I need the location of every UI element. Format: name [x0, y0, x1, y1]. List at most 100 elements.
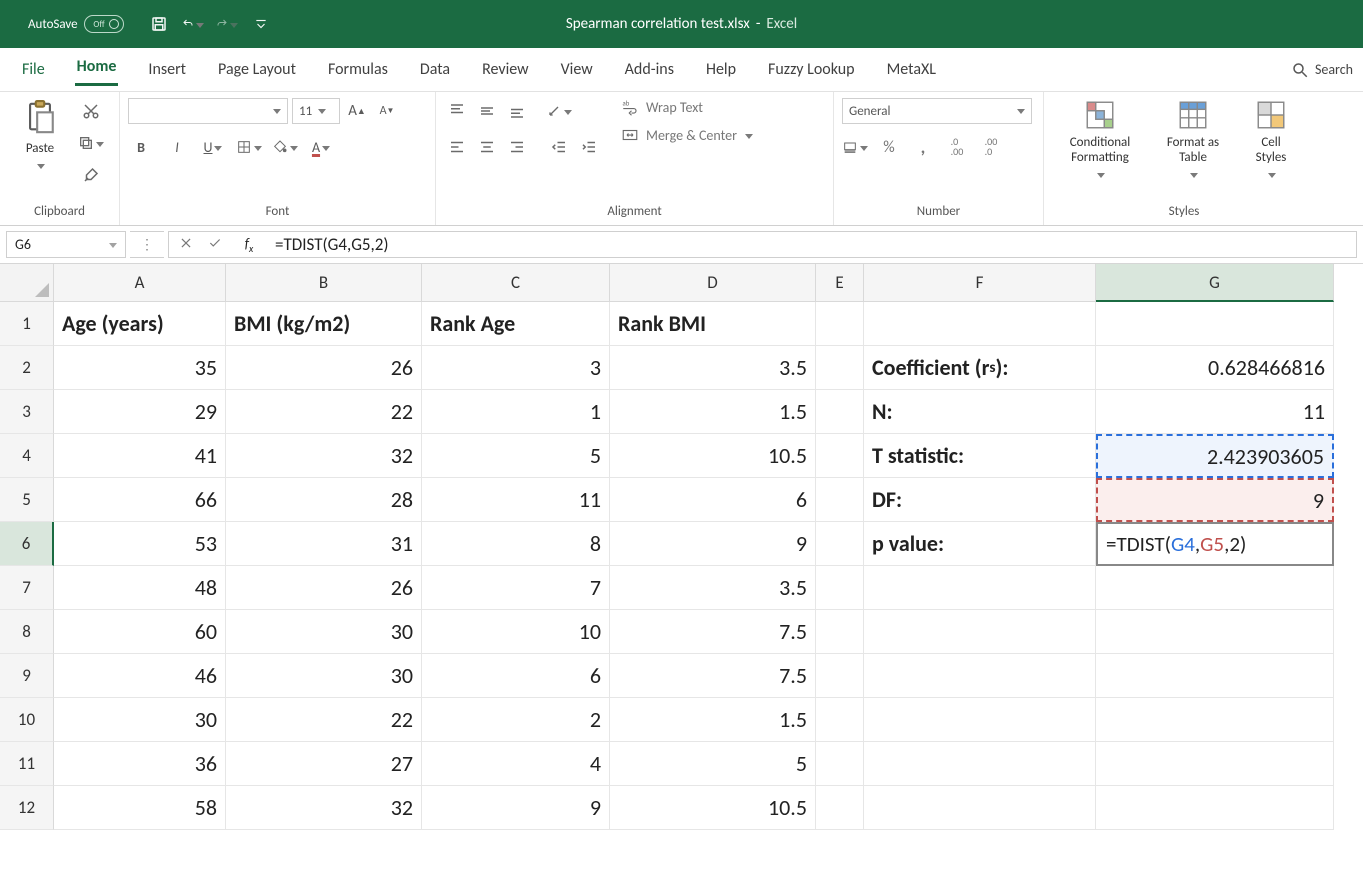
enter-formula-button[interactable] — [207, 236, 223, 254]
row-header[interactable]: 2 — [0, 346, 54, 390]
cell-styles-button[interactable]: Cell Styles — [1238, 98, 1304, 183]
copy-button[interactable] — [78, 130, 104, 156]
row-header[interactable]: 5 — [0, 478, 54, 522]
cell[interactable]: 22 — [226, 390, 422, 434]
cell[interactable] — [816, 698, 864, 742]
align-left-button[interactable] — [444, 134, 470, 160]
cell[interactable]: 9 — [610, 522, 816, 566]
cell[interactable]: 9 — [422, 786, 610, 830]
row-header[interactable]: 8 — [0, 610, 54, 654]
cell[interactable]: 5 — [610, 742, 816, 786]
cell[interactable] — [864, 610, 1096, 654]
cell[interactable] — [816, 610, 864, 654]
autosave-toggle[interactable]: AutoSave Off — [28, 15, 124, 33]
cell[interactable] — [816, 478, 864, 522]
align-bottom-button[interactable] — [504, 98, 530, 124]
number-format-select[interactable]: General — [842, 98, 1032, 124]
cancel-formula-button[interactable] — [179, 236, 193, 254]
decrease-indent-button[interactable] — [546, 134, 572, 160]
cell[interactable]: p value: — [864, 522, 1096, 566]
cell[interactable]: Age (years) — [54, 302, 226, 346]
row-header[interactable]: 11 — [0, 742, 54, 786]
increase-indent-button[interactable] — [576, 134, 602, 160]
cell[interactable] — [1096, 610, 1334, 654]
cell[interactable]: 9 — [1096, 478, 1334, 522]
cell[interactable] — [816, 390, 864, 434]
font-name-select[interactable] — [128, 98, 288, 124]
cell[interactable]: 36 — [54, 742, 226, 786]
decrease-decimal-button[interactable]: .00.0 — [978, 134, 1004, 160]
cell[interactable] — [1096, 786, 1334, 830]
cell[interactable] — [1096, 698, 1334, 742]
tab-metaxl[interactable]: MetaXL — [885, 56, 938, 83]
cell[interactable] — [864, 698, 1096, 742]
cell[interactable]: =TDIST(G4,G5,2) — [1096, 522, 1334, 566]
select-all-corner[interactable] — [0, 264, 54, 302]
redo-icon[interactable] — [216, 15, 238, 33]
cell[interactable] — [864, 566, 1096, 610]
cell[interactable] — [1096, 742, 1334, 786]
format-painter-button[interactable] — [78, 162, 104, 188]
cell[interactable] — [816, 742, 864, 786]
cell[interactable]: Coefficient (rs): — [864, 346, 1096, 390]
cell[interactable] — [1096, 566, 1334, 610]
cell[interactable]: 11 — [422, 478, 610, 522]
cell[interactable]: DF: — [864, 478, 1096, 522]
cell[interactable] — [816, 566, 864, 610]
increase-font-button[interactable]: A▲ — [344, 98, 370, 124]
column-header[interactable]: B — [226, 264, 422, 302]
row-header[interactable]: 3 — [0, 390, 54, 434]
row-header[interactable]: 9 — [0, 654, 54, 698]
align-middle-button[interactable] — [474, 98, 500, 124]
cell[interactable] — [816, 786, 864, 830]
accounting-format-button[interactable] — [842, 134, 868, 160]
cell[interactable]: 3.5 — [610, 566, 816, 610]
italic-button[interactable]: I — [164, 134, 190, 160]
cell[interactable]: N: — [864, 390, 1096, 434]
borders-button[interactable] — [236, 134, 262, 160]
cell[interactable]: 6 — [610, 478, 816, 522]
tab-view[interactable]: View — [559, 56, 595, 83]
cell[interactable]: 0.628466816 — [1096, 346, 1334, 390]
column-header[interactable]: E — [816, 264, 864, 302]
align-center-button[interactable] — [474, 134, 500, 160]
bold-button[interactable]: B — [128, 134, 154, 160]
cell[interactable] — [816, 654, 864, 698]
cell[interactable] — [816, 434, 864, 478]
column-header[interactable]: G — [1096, 264, 1334, 302]
row-header[interactable]: 4 — [0, 434, 54, 478]
cell[interactable]: 30 — [226, 654, 422, 698]
cell[interactable] — [816, 522, 864, 566]
undo-icon[interactable] — [182, 15, 204, 33]
column-header[interactable]: D — [610, 264, 816, 302]
cut-button[interactable] — [78, 98, 104, 124]
tab-file[interactable]: File — [20, 56, 47, 83]
cell[interactable]: 2.423903605 — [1096, 434, 1334, 478]
cell[interactable]: 4 — [422, 742, 610, 786]
format-as-table-button[interactable]: Format as Table — [1152, 98, 1234, 183]
cell[interactable]: 48 — [54, 566, 226, 610]
row-header[interactable]: 10 — [0, 698, 54, 742]
wrap-text-button[interactable]: ab Wrap Text — [620, 98, 753, 116]
percent-button[interactable]: % — [876, 134, 902, 160]
tab-page-layout[interactable]: Page Layout — [216, 56, 298, 83]
cell[interactable] — [864, 742, 1096, 786]
font-size-select[interactable]: 11 — [292, 98, 340, 124]
cell[interactable]: 41 — [54, 434, 226, 478]
cell[interactable]: 2 — [422, 698, 610, 742]
fx-button[interactable]: fx — [233, 231, 265, 258]
cell[interactable]: 32 — [226, 434, 422, 478]
paste-button[interactable]: Paste — [8, 98, 72, 174]
cell[interactable]: 1 — [422, 390, 610, 434]
tab-review[interactable]: Review — [480, 56, 531, 83]
cell[interactable] — [816, 346, 864, 390]
cell[interactable]: 60 — [54, 610, 226, 654]
tab-home[interactable]: Home — [75, 53, 119, 86]
cell[interactable]: 22 — [226, 698, 422, 742]
cell[interactable]: 1.5 — [610, 390, 816, 434]
cell[interactable]: 28 — [226, 478, 422, 522]
cell[interactable]: 1.5 — [610, 698, 816, 742]
tab-help[interactable]: Help — [704, 56, 738, 83]
fill-color-button[interactable] — [272, 134, 298, 160]
cell[interactable] — [1096, 654, 1334, 698]
